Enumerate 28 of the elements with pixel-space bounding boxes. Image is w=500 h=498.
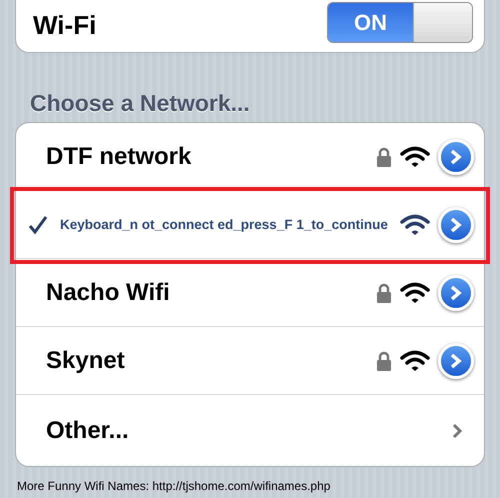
chevron-right-icon xyxy=(450,216,462,232)
wifi-signal-icon xyxy=(400,350,430,372)
network-name: DTF network xyxy=(46,144,192,168)
other-label: Other... xyxy=(46,418,129,442)
toggle-state-label: ON xyxy=(328,3,413,42)
network-row[interactable]: Skynet xyxy=(16,327,484,395)
network-row[interactable]: DTF network xyxy=(16,123,484,191)
wifi-signal-icon xyxy=(400,282,430,304)
wifi-label: Wi-Fi xyxy=(33,12,96,38)
wifi-signal-icon xyxy=(400,214,430,236)
footer-text: More Funny Wifi Names: http://tjshome.com/wifinames.php xyxy=(17,479,330,493)
network-row[interactable]: Keyboard_n ot_connect ed_press_F 1_to_continue xyxy=(16,191,484,259)
network-name: Skynet xyxy=(46,348,125,372)
lock-icon xyxy=(376,282,392,302)
chevron-right-icon xyxy=(450,352,462,368)
other-row[interactable]: Other... xyxy=(16,395,484,466)
lock-icon xyxy=(376,146,392,166)
checkmark-icon xyxy=(28,214,48,234)
network-name: Keyboard_n ot_connect ed_press_F 1_to_continue xyxy=(60,218,388,232)
section-title: Choose a Network... xyxy=(30,92,250,115)
wifi-toggle[interactable]: ON xyxy=(327,2,473,43)
network-name: Nacho Wifi xyxy=(46,280,170,304)
wifi-signal-icon xyxy=(400,146,430,168)
chevron-right-icon xyxy=(450,284,462,300)
network-row[interactable]: Nacho Wifi xyxy=(16,259,484,327)
lock-icon xyxy=(376,350,392,370)
chevron-right-icon xyxy=(452,422,462,438)
chevron-right-icon xyxy=(450,148,462,164)
